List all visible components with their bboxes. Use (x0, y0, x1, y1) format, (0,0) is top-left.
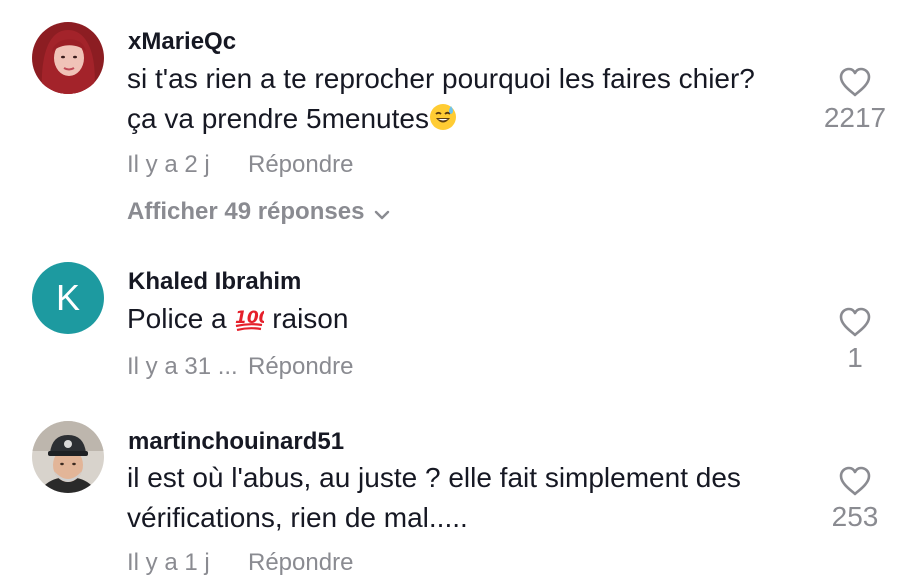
comment-text: si t'as rien a te reprocher pourquoi les… (127, 59, 755, 142)
comment-text-part: Police a (127, 303, 227, 334)
comment-text-line: ça va prendre 5menutes (127, 99, 755, 142)
heart-icon (839, 67, 871, 97)
like-count: 2217 (823, 102, 887, 133)
comment-username[interactable]: martinchouinard51 (128, 428, 344, 456)
sweat-smile-emoji-icon (429, 102, 457, 142)
comment-meta: Il y a 2 j Répondre (127, 151, 353, 179)
heart-icon (839, 307, 871, 337)
like-button[interactable]: 2217 (820, 66, 890, 134)
like-button[interactable]: 1 (820, 306, 890, 374)
like-count: 253 (831, 501, 879, 532)
comment-username[interactable]: Khaled Ibrahim (128, 268, 301, 296)
comment-timestamp: Il y a 1 j (127, 549, 210, 576)
comment-text-line: si t'as rien a te reprocher pourquoi les… (127, 63, 755, 94)
heart-icon (839, 466, 871, 496)
comment-text: il est où l'abus, au juste ? elle fait s… (127, 458, 741, 538)
comment-meta: Il y a 1 j Répondre (127, 549, 353, 577)
view-replies-button[interactable]: Afficher 49 réponses (127, 198, 390, 227)
view-replies-label: Afficher 49 réponses (127, 198, 365, 225)
comment-text-line: vérifications, rien de mal..... (127, 502, 468, 533)
avatar-letter: K (55, 277, 80, 318)
like-count: 1 (847, 342, 863, 373)
like-button[interactable]: 253 (820, 465, 890, 533)
comment-username[interactable]: xMarieQc (128, 28, 236, 56)
avatar[interactable]: K (32, 262, 104, 334)
hundred-points-emoji-icon: 100 (234, 302, 271, 342)
reply-button[interactable]: Répondre (248, 151, 353, 179)
comment-text: Police a 100 raison (127, 299, 348, 342)
reply-button[interactable]: Répondre (248, 353, 353, 381)
comment-meta: Il y a 31 ... Répondre (127, 353, 353, 381)
chevron-down-icon (374, 199, 390, 227)
comment-text-part: raison (272, 303, 349, 334)
avatar[interactable] (32, 421, 104, 493)
avatar[interactable] (32, 22, 104, 94)
reply-button[interactable]: Répondre (248, 549, 353, 577)
comment-text-line: il est où l'abus, au juste ? elle fait s… (127, 462, 741, 493)
comment-timestamp: Il y a 31 ... (127, 353, 238, 380)
comment-timestamp: Il y a 2 j (127, 151, 210, 178)
